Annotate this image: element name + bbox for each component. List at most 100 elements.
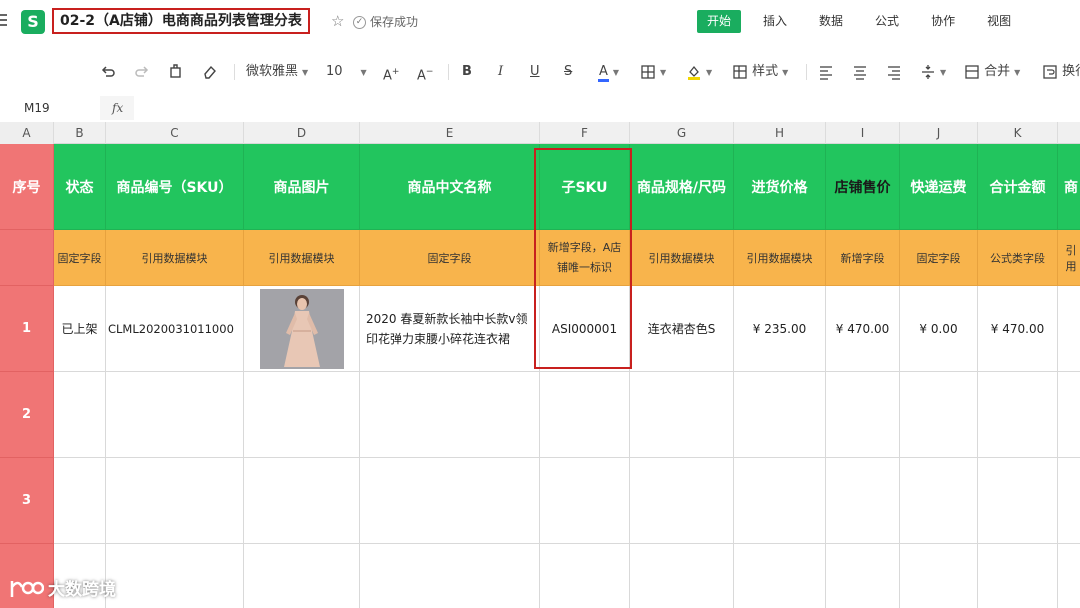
merge-menu[interactable]: 合并 ▼ — [964, 62, 1020, 83]
column-header-c[interactable]: C — [106, 122, 244, 144]
cell-total[interactable]: ¥ 470.00 — [978, 286, 1058, 372]
header-cell-name[interactable]: 商品中文名称 — [360, 144, 540, 230]
tab-formula[interactable]: 公式 — [865, 10, 909, 33]
star-icon[interactable]: ☆ — [331, 13, 344, 29]
row-number[interactable]: 1 — [0, 286, 54, 372]
header-cell-shipping[interactable]: 快递运费 — [900, 144, 978, 230]
header-cell-no[interactable]: 序号 — [0, 144, 54, 230]
format-painter-icon[interactable] — [168, 62, 184, 82]
eraser-icon[interactable] — [202, 62, 218, 82]
align-left-icon[interactable] — [818, 62, 834, 82]
field-type-cell[interactable]: 引用数据模块 — [630, 230, 734, 286]
empty-cell[interactable] — [360, 544, 540, 608]
empty-cell[interactable] — [106, 458, 244, 544]
cell-sku[interactable]: CLML2020031011000 — [106, 286, 244, 372]
cell-cost[interactable]: ¥ 235.00 — [734, 286, 826, 372]
cell-reference-box[interactable]: M19 — [0, 96, 100, 120]
empty-cell[interactable] — [978, 544, 1058, 608]
field-type-cell[interactable]: 公式类字段 — [978, 230, 1058, 286]
empty-cell[interactable] — [360, 372, 540, 458]
empty-cell[interactable] — [1058, 458, 1080, 544]
cell-partial[interactable] — [1058, 286, 1080, 372]
border-icon[interactable]: ▼ — [640, 62, 666, 83]
field-type-cell[interactable]: 固定字段 — [360, 230, 540, 286]
font-color-icon[interactable]: A ▼ — [598, 62, 619, 83]
empty-cell[interactable] — [900, 372, 978, 458]
align-center-icon[interactable] — [852, 62, 868, 82]
formula-input[interactable] — [134, 96, 1080, 120]
field-type-cell[interactable]: 新增字段 — [826, 230, 900, 286]
header-cell-total[interactable]: 合计金额 — [978, 144, 1058, 230]
cell-name[interactable]: 2020 春夏新款长袖中长款v领印花弹力束腰小碎花连衣裙 — [360, 286, 540, 372]
empty-cell[interactable] — [734, 458, 826, 544]
column-header-j[interactable]: J — [900, 122, 978, 144]
column-header-i[interactable]: I — [826, 122, 900, 144]
empty-cell[interactable] — [1058, 372, 1080, 458]
field-type-cell-sub-sku[interactable]: 新增字段，A店铺唯一标识 — [540, 230, 630, 286]
decrease-font-icon[interactable]: A− — [417, 62, 433, 86]
column-header-d[interactable]: D — [244, 122, 360, 144]
font-name-select[interactable]: 微软雅黑 ▼ — [246, 62, 308, 83]
tab-view[interactable]: 视图 — [977, 10, 1021, 33]
bold-icon[interactable]: B — [462, 62, 472, 82]
empty-cell[interactable] — [978, 458, 1058, 544]
field-type-cell[interactable]: 固定字段 — [54, 230, 106, 286]
empty-cell[interactable] — [540, 544, 630, 608]
empty-cell[interactable] — [54, 458, 106, 544]
empty-cell[interactable] — [826, 372, 900, 458]
cell-status[interactable]: 已上架 — [54, 286, 106, 372]
empty-cell[interactable] — [106, 544, 244, 608]
tab-insert[interactable]: 插入 — [753, 10, 797, 33]
undo-icon[interactable] — [100, 62, 116, 82]
header-cell-status[interactable]: 状态 — [54, 144, 106, 230]
font-size-select[interactable]: 10 ▼ — [326, 62, 367, 83]
row-number-blank[interactable] — [0, 230, 54, 286]
empty-cell[interactable] — [244, 372, 360, 458]
header-cell-sku[interactable]: 商品编号（SKU） — [106, 144, 244, 230]
italic-icon[interactable]: I — [498, 62, 503, 82]
column-header-h[interactable]: H — [734, 122, 826, 144]
empty-cell[interactable] — [826, 544, 900, 608]
product-image[interactable] — [259, 288, 344, 369]
empty-cell[interactable] — [630, 372, 734, 458]
row-number[interactable]: 2 — [0, 372, 54, 458]
cell-price[interactable]: ¥ 470.00 — [826, 286, 900, 372]
column-header-a[interactable]: A — [0, 122, 54, 144]
empty-cell[interactable] — [244, 544, 360, 608]
empty-cell[interactable] — [978, 372, 1058, 458]
header-cell-image[interactable]: 商品图片 — [244, 144, 360, 230]
cell-sub-sku[interactable]: ASI000001 — [540, 286, 630, 372]
column-header-l[interactable] — [1058, 122, 1080, 144]
document-title[interactable]: 02-2（A店铺）电商商品列表管理分表 — [52, 8, 310, 34]
empty-cell[interactable] — [1058, 544, 1080, 608]
empty-cell[interactable] — [360, 458, 540, 544]
field-type-cell[interactable]: 引用数据模块 — [244, 230, 360, 286]
increase-font-icon[interactable]: A+ — [383, 62, 399, 86]
underline-icon[interactable]: U — [530, 62, 540, 82]
field-type-cell[interactable]: 固定字段 — [900, 230, 978, 286]
empty-cell[interactable] — [734, 372, 826, 458]
wrap-text-menu[interactable]: 换行 — [1042, 62, 1080, 82]
column-header-k[interactable]: K — [978, 122, 1058, 144]
column-header-g[interactable]: G — [630, 122, 734, 144]
row-number[interactable]: 3 — [0, 458, 54, 544]
empty-cell[interactable] — [106, 372, 244, 458]
tab-data[interactable]: 数据 — [809, 10, 853, 33]
field-type-cell[interactable]: 引用数据模块 — [106, 230, 244, 286]
redo-icon[interactable] — [134, 62, 150, 82]
empty-cell[interactable] — [900, 544, 978, 608]
empty-cell[interactable] — [630, 544, 734, 608]
cell-image[interactable] — [244, 286, 360, 372]
column-header-b[interactable]: B — [54, 122, 106, 144]
cell-shipping[interactable]: ¥ 0.00 — [900, 286, 978, 372]
cell-spec[interactable]: 连衣裙杏色S — [630, 286, 734, 372]
field-type-cell-partial[interactable]: 引用 — [1058, 230, 1080, 286]
header-cell-price[interactable]: 店铺售价 — [826, 144, 900, 230]
empty-cell[interactable] — [826, 458, 900, 544]
style-menu[interactable]: 样式 ▼ — [732, 62, 788, 83]
header-cell-cost[interactable]: 进货价格 — [734, 144, 826, 230]
tab-collaborate[interactable]: 协作 — [921, 10, 965, 33]
header-cell-sub-sku[interactable]: 子SKU — [540, 144, 630, 230]
empty-cell[interactable] — [734, 544, 826, 608]
tab-start[interactable]: 开始 — [697, 10, 742, 33]
